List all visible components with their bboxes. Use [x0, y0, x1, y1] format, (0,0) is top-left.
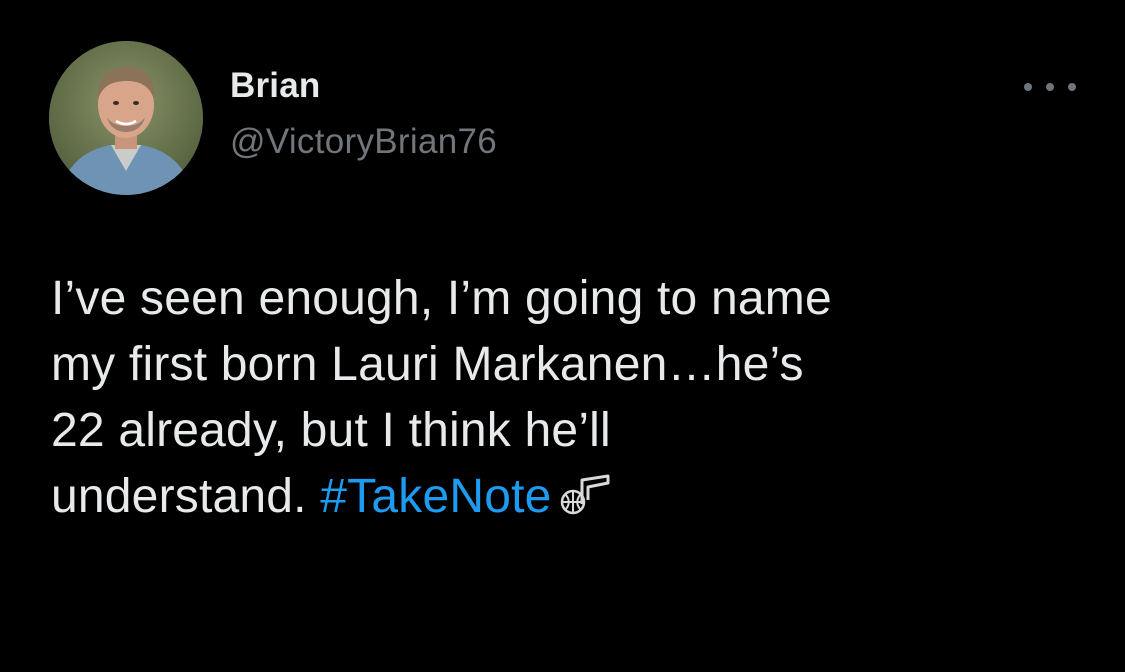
more-dot	[1046, 83, 1054, 91]
hashtag-link[interactable]: #TakeNote	[320, 470, 551, 523]
tweet-text-line: I’ve seen enough, I’m going to name	[51, 272, 832, 325]
tweet-text-line: understand. #TakeNote	[51, 464, 1081, 534]
more-dot	[1068, 83, 1076, 91]
more-horizontal-icon[interactable]	[1024, 72, 1076, 102]
avatar-image	[49, 41, 203, 195]
avatar[interactable]	[49, 41, 203, 195]
tweet-text: I’ve seen enough, I’m going to name my f…	[51, 266, 1081, 534]
tweet-text-line: 22 already, but I think he’ll	[51, 404, 611, 457]
tweet-card[interactable]: Brian @VictoryBrian76 I’ve seen enough, …	[0, 0, 1125, 672]
tweet-text-line: my first born Lauri Markanen…he’s	[51, 338, 804, 391]
utah-jazz-note-icon	[560, 468, 612, 534]
more-dot	[1024, 83, 1032, 91]
tweet-text-segment: understand.	[51, 470, 321, 523]
author-name[interactable]: Brian	[230, 66, 320, 106]
author-handle[interactable]: @VictoryBrian76	[230, 122, 497, 162]
